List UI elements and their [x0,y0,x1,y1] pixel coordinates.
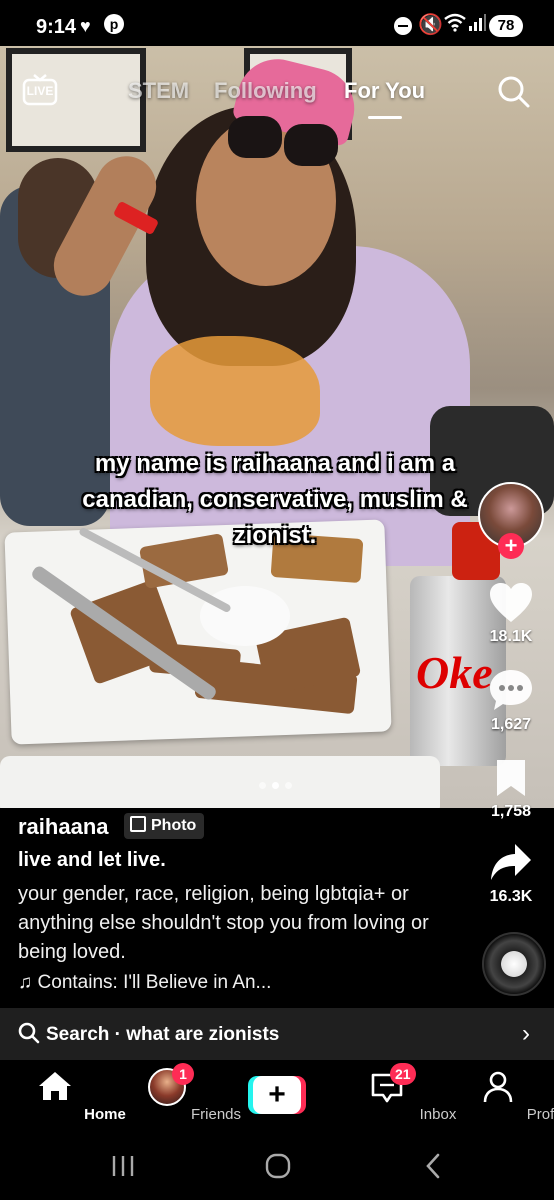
nav-profile-label: Profile [526,1106,554,1123]
profile-icon [483,1071,513,1103]
music-note-icon: ♫ [18,972,33,993]
whipped-cream [200,586,290,646]
tab-stem[interactable]: STEM [128,78,189,104]
music-disc-button[interactable] [482,932,546,996]
carousel-dot [259,782,266,789]
share-icon [491,844,531,880]
share-button[interactable] [471,842,551,887]
recent-apps-icon[interactable] [110,1154,136,1178]
like-button[interactable] [471,582,551,629]
status-bar: 9:14 ♥ p 🔇 78 [0,0,554,46]
mute-icon: 🔇 [418,14,443,36]
shirt-graphic [150,336,320,446]
second-plate [0,756,440,808]
bookmark-count: 1,758 [490,803,532,820]
system-nav-bar [0,1132,554,1200]
do-not-disturb-icon [394,17,412,35]
home-system-icon[interactable] [264,1152,292,1180]
bookmark-button[interactable] [471,758,551,803]
creator-username[interactable]: raihaana [18,814,109,840]
sunglasses-left [228,116,282,158]
active-tab-indicator [368,116,402,119]
music-info[interactable]: ♫ Contains: I'll Believe in An... [18,972,271,994]
carousel-dot-active [272,782,279,789]
tab-following[interactable]: Following [214,78,317,104]
search-icon [498,76,530,108]
comment-icon [490,670,532,710]
inbox-badge: 21 [390,1063,416,1085]
search-suggestion-bar[interactable]: Search · what are zionists › [0,1008,554,1060]
photo-badge-label: Photo [151,817,197,834]
share-count: 16.3K [489,888,533,905]
photo-icon [130,816,146,832]
comment-button[interactable] [471,668,551,717]
caption-overlay: my name is raihaana and i am a canadian,… [82,450,468,549]
plus-icon: + [253,1076,301,1114]
like-count: 18.1K [489,628,533,645]
carousel-indicator [256,776,295,794]
pinterest-notification-icon: p [104,14,124,34]
cell-signal-icon [468,14,486,37]
create-button[interactable]: + [248,1076,306,1114]
photo-badge: Photo [124,813,205,839]
comment-count: 1,627 [490,716,532,733]
chevron-right-icon: › [522,1020,530,1047]
heart-icon [490,583,532,622]
status-time: 9:14 [36,16,77,38]
tab-for-you[interactable]: For You [344,78,425,104]
search-button[interactable] [496,74,532,115]
music-label: Contains: I'll Believe in An... [37,972,272,993]
friends-badge: 1 [172,1063,194,1085]
heart-notification-icon: ♥ [80,16,91,36]
search-icon [18,1022,40,1049]
live-button[interactable]: LIVE [22,72,58,106]
wifi-icon [444,12,466,37]
search-suggestion-text: Search · what are zionists [46,1024,280,1045]
post-description[interactable]: your gender, race, religion, being lgbtq… [18,880,458,967]
nav-home-label: Home [84,1106,126,1123]
nav-inbox-label: Inbox [419,1106,457,1123]
sunglasses-right [284,124,338,166]
battery-indicator: 78 [489,15,523,37]
bookmark-icon [497,760,525,796]
back-icon[interactable] [424,1152,442,1180]
follow-plus-button[interactable]: + [498,533,524,559]
live-label: LIVE [26,84,54,98]
home-icon [39,1072,71,1100]
carousel-dot [285,782,292,789]
post-title: live and let live. [18,849,166,871]
